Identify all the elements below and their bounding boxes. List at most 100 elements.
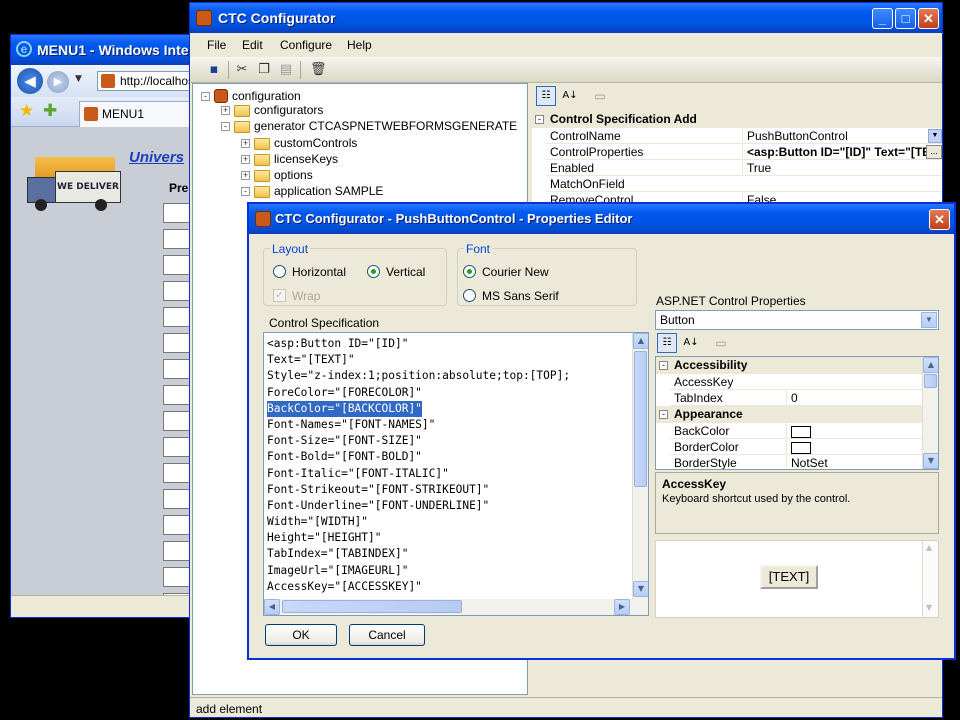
prop-row-accesskey[interactable]: AccessKey bbox=[670, 374, 922, 390]
prop-row-controlproperties[interactable]: ControlProperties <asp:Button ID="[ID]" … bbox=[546, 144, 942, 160]
spec-line[interactable]: Text="[TEXT]" bbox=[267, 352, 631, 368]
menu-help[interactable]: Help bbox=[347, 38, 372, 52]
collapse-icon[interactable]: - bbox=[201, 92, 210, 102]
alphabetical-icon[interactable]: A↓ bbox=[560, 86, 580, 106]
prop-value[interactable]: True bbox=[742, 160, 942, 176]
preview-scrollbar[interactable]: ▲ ▼ bbox=[922, 541, 938, 617]
favorites-star-icon[interactable]: ★ bbox=[19, 101, 34, 121]
prop-value[interactable] bbox=[786, 423, 922, 439]
scroll-down-icon[interactable]: ▼ bbox=[923, 453, 938, 469]
back-icon[interactable]: ◀ bbox=[17, 68, 43, 94]
maximize-icon[interactable]: □ bbox=[895, 8, 916, 29]
scroll-up-icon[interactable]: ▲ bbox=[923, 357, 938, 373]
prop-row-backcolor[interactable]: BackColor bbox=[670, 423, 922, 439]
category-appearance[interactable]: - Appearance bbox=[656, 406, 922, 423]
spec-line[interactable]: Font-Bold="[FONT-BOLD]" bbox=[267, 449, 631, 465]
expand-icon[interactable]: + bbox=[221, 106, 230, 116]
menu-configure[interactable]: Configure bbox=[280, 38, 332, 52]
cancel-button[interactable]: Cancel bbox=[349, 624, 425, 646]
menu-file[interactable]: File bbox=[207, 38, 226, 52]
chevron-down-icon[interactable]: ▼ bbox=[921, 312, 937, 328]
close-icon[interactable]: ✕ bbox=[918, 8, 939, 29]
spec-line[interactable]: Height="[HEIGHT]" bbox=[267, 530, 631, 546]
spec-lines[interactable]: <asp:Button ID="[ID]" Text="[TEXT]" Style=… bbox=[267, 336, 631, 595]
add-favorites-icon[interactable]: ✚ bbox=[43, 101, 57, 121]
prop-row-borderstyle[interactable]: BorderStyle NotSet bbox=[670, 455, 922, 469]
control-spec-editor[interactable]: <asp:Button ID="[ID]" Text="[TEXT]" Style=… bbox=[263, 332, 649, 616]
ie-titlebar[interactable]: e MENU1 - Windows Internet Explorer bbox=[11, 35, 199, 65]
preview-button[interactable]: [TEXT] bbox=[760, 565, 818, 589]
prop-row-bordercolor[interactable]: BorderColor bbox=[670, 439, 922, 455]
control-type-select[interactable]: Button ▼ bbox=[655, 310, 939, 330]
prop-row-matchonfield[interactable]: MatchOnField bbox=[546, 176, 942, 192]
prop-row-tabindex[interactable]: TabIndex 0 bbox=[670, 390, 922, 406]
spec-line[interactable]: Font-Names="[FONT-NAMES]" bbox=[267, 417, 631, 433]
scroll-left-icon[interactable]: ◀ bbox=[264, 599, 280, 615]
tree-item-configurators[interactable]: + configurators bbox=[221, 102, 323, 118]
forward-icon[interactable]: ▶ bbox=[47, 71, 69, 93]
address-bar[interactable]: http://localhost bbox=[97, 71, 199, 91]
vertical-radio[interactable] bbox=[367, 265, 380, 278]
dropdown-icon[interactable]: ▼ bbox=[75, 74, 82, 84]
minimize-icon[interactable]: _ bbox=[872, 8, 893, 29]
vertical-label[interactable]: Vertical bbox=[386, 265, 425, 279]
category-control-spec[interactable]: - Control Specification Add bbox=[532, 111, 942, 128]
ok-button[interactable]: OK bbox=[265, 624, 337, 646]
paste-icon[interactable]: ▤ bbox=[278, 62, 294, 78]
horizontal-scrollbar[interactable]: ◀ ▶ bbox=[264, 599, 648, 615]
spec-line[interactable]: Font-Italic="[FONT-ITALIC]" bbox=[267, 466, 631, 482]
aspnet-property-grid[interactable]: - Accessibility AccessKey TabIndex 0 - A… bbox=[655, 356, 939, 470]
scroll-up-icon[interactable]: ▲ bbox=[926, 543, 932, 552]
tree-item-licensekeys[interactable]: + licenseKeys bbox=[241, 151, 338, 167]
prop-value[interactable]: NotSet bbox=[786, 455, 922, 469]
collapse-icon[interactable]: - bbox=[535, 115, 544, 124]
dialog-titlebar[interactable]: CTC Configurator - PushButtonControl - P… bbox=[249, 204, 954, 234]
vertical-scrollbar[interactable]: ▲ ▼ bbox=[632, 333, 648, 599]
prop-value[interactable] bbox=[786, 439, 922, 455]
tree-item-options[interactable]: + options bbox=[241, 167, 313, 183]
dialog-close-icon[interactable]: ✕ bbox=[929, 209, 950, 230]
scroll-thumb[interactable] bbox=[924, 374, 937, 388]
scroll-up-icon[interactable]: ▲ bbox=[633, 333, 648, 349]
scroll-down-icon[interactable]: ▼ bbox=[633, 581, 648, 597]
menu-edit[interactable]: Edit bbox=[242, 38, 263, 52]
expand-icon[interactable]: + bbox=[241, 139, 250, 149]
expand-icon[interactable]: + bbox=[241, 171, 250, 181]
courier-new-radio[interactable] bbox=[463, 265, 476, 278]
property-pages-icon[interactable]: ▭ bbox=[590, 86, 610, 106]
prop-row-enabled[interactable]: Enabled True bbox=[546, 160, 942, 176]
category-accessibility[interactable]: - Accessibility bbox=[656, 357, 922, 374]
alphabetical-icon[interactable]: A↓ bbox=[681, 333, 701, 353]
collapse-icon[interactable]: - bbox=[659, 361, 668, 370]
prop-value[interactable]: PushButtonControl bbox=[742, 128, 942, 144]
spec-line[interactable]: ImageUrl="[IMAGEURL]" bbox=[267, 563, 631, 579]
collapse-icon[interactable]: - bbox=[659, 410, 668, 419]
ms-sans-serif-radio[interactable] bbox=[463, 289, 476, 302]
courier-new-label[interactable]: Courier New bbox=[482, 265, 549, 279]
collapse-icon[interactable]: - bbox=[241, 187, 250, 197]
spec-line[interactable]: ForeColor="[FORECOLOR]" bbox=[267, 385, 631, 401]
cut-icon[interactable]: ✂ bbox=[234, 62, 250, 78]
prop-value[interactable]: <asp:Button ID="[ID]" Text="[TE bbox=[742, 144, 926, 160]
spec-line[interactable]: Font-Strikeout="[FONT-STRIKEOUT]" bbox=[267, 482, 631, 498]
props-vertical-scrollbar[interactable]: ▲ ▼ bbox=[922, 357, 938, 469]
ellipsis-button[interactable]: ... bbox=[926, 145, 942, 159]
spec-line[interactable]: Style="z-index:1;position:absolute;top:[… bbox=[267, 368, 631, 384]
spec-line[interactable]: Font-Underline="[FONT-UNDERLINE]" bbox=[267, 498, 631, 514]
horizontal-label[interactable]: Horizontal bbox=[292, 265, 346, 279]
categorized-icon[interactable]: ☷ bbox=[536, 86, 556, 106]
scroll-down-icon[interactable]: ▼ bbox=[926, 603, 932, 612]
scroll-right-icon[interactable]: ▶ bbox=[614, 599, 630, 615]
spec-line[interactable]: Width="[WIDTH]" bbox=[267, 514, 631, 530]
categorized-icon[interactable]: ☷ bbox=[657, 333, 677, 353]
property-pages-icon[interactable]: ▭ bbox=[711, 333, 731, 353]
delete-icon[interactable]: 🗑 bbox=[310, 62, 327, 78]
prop-row-controlname[interactable]: ControlName PushButtonControl ▼ bbox=[546, 128, 942, 144]
page-link[interactable]: Univers bbox=[129, 149, 184, 166]
spec-line[interactable]: <asp:Button ID="[ID]" bbox=[267, 336, 631, 352]
spec-line[interactable]: TabIndex="[TABINDEX]" bbox=[267, 546, 631, 562]
prop-value[interactable]: 0 bbox=[786, 390, 922, 406]
wrap-checkbox[interactable]: ✓ bbox=[273, 289, 286, 302]
h-scroll-thumb[interactable] bbox=[282, 600, 462, 613]
save-icon[interactable]: ▪ bbox=[206, 62, 222, 78]
